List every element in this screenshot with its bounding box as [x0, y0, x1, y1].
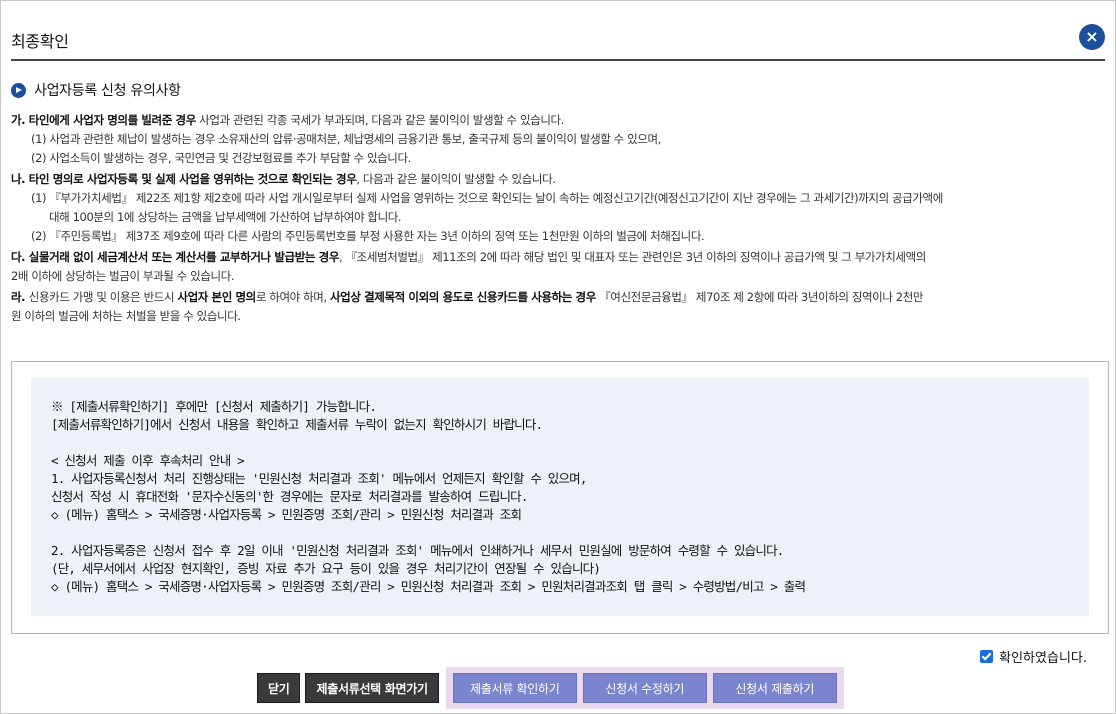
- notice-prefix: 가.: [11, 113, 29, 127]
- notice-bold: 타인 명의로 사업자등록 및 실제 사업을 영위하는 것으로 확인되는 경우: [28, 172, 357, 186]
- notice-subline: 대해 100분의 1에 상당하는 금액을 납부세액에 가산하여 납부하여야 합니…: [49, 210, 402, 224]
- notice-text: 로 하여야 하며,: [255, 290, 330, 304]
- notice-text: 신용카드 가맹 및 이용은 반드시: [28, 290, 178, 304]
- confirm-checkbox[interactable]: [980, 650, 994, 663]
- notice-bold: 타인에게 사업자 명의를 빌려준 경우: [28, 113, 197, 127]
- notice-text: , 다음과 같은 불이익이 발생할 수 있습니다.: [356, 172, 556, 186]
- notice-list: 가. 타인에게 사업자 명의를 빌려준 경우 사업과 관련된 각종 국세가 부과…: [11, 111, 1107, 328]
- action-button-group: 제출서류 확인하기 신청서 수정하기 신청서 제출하기: [445, 667, 844, 709]
- notice-subline: (1) 『부가가치세법』 제22조 제1항 제2호에 따라 사업 개시일로부터 …: [31, 191, 943, 205]
- notice-da: 다. 실물거래 없이 세금계산서 또는 계산서를 교부하거나 발급받는 경우, …: [11, 248, 1107, 286]
- select-docs-button[interactable]: 제출서류선택 화면가기: [305, 673, 439, 703]
- section-header: 사업자등록 신청 유의사항: [11, 81, 181, 99]
- notice-ra: 라. 신용카드 가맹 및 이용은 반드시 사업자 본인 명의로 하여야 하며, …: [11, 288, 1107, 326]
- notice-bold: 사업상 결제목적 이외의 용도로 신용카드를 사용하는 경우: [329, 290, 596, 304]
- notice-na: 나. 타인 명의로 사업자등록 및 실제 사업을 영위하는 것으로 확인되는 경…: [11, 170, 1107, 246]
- info-box: ※ [제출서류확인하기] 후에만 [신청서 제출하기] 가능합니다. [제출서류…: [11, 361, 1109, 634]
- notice-subline: 원 이하의 벌금에 처하는 처벌을 받을 수 있습니다.: [11, 309, 241, 323]
- submit-application-button[interactable]: 신청서 제출하기: [712, 673, 837, 703]
- info-line: 신청서 작성 시 휴대전화 '문자수신동의'한 경우에는 문자로 처리결과를 발…: [51, 489, 528, 504]
- edit-application-button[interactable]: 신청서 수정하기: [582, 673, 707, 703]
- notice-text: 사업과 관련된 각종 국세가 부과되며, 다음과 같은 불이익이 발생할 수 있…: [195, 113, 564, 127]
- notice-subline: (1) 사업과 관련한 체납이 발생하는 경우 소유재산의 압류·공매처분, 체…: [31, 132, 661, 146]
- info-line: (단, 세무서에서 사업장 현지확인, 증빙 자료 추가 요구 등이 있을 경우…: [51, 561, 601, 576]
- close-button[interactable]: 닫기: [257, 673, 301, 703]
- info-line: 2. 사업자등록증은 신청서 접수 후 2일 이내 '민원신청 처리결과 조회'…: [51, 543, 784, 558]
- notice-bold: 실물거래 없이 세금계산서 또는 계산서를 교부하거나 발급받는 경우: [28, 250, 340, 264]
- confirm-row[interactable]: 확인하였습니다.: [980, 647, 1087, 666]
- info-line: < 신청서 제출 이후 후속처리 안내 >: [51, 453, 245, 468]
- info-line: ◇ (메뉴) 홈택스 > 국세증명·사업자등록 > 민원증명 조회/관리 > 민…: [51, 507, 522, 522]
- close-icon[interactable]: ×: [1079, 24, 1105, 50]
- notice-bold: 사업자 본인 명의: [177, 290, 256, 304]
- dialog-title-bar: 최종확인 ×: [11, 17, 1105, 61]
- notice-prefix: 다.: [11, 250, 29, 264]
- arrow-right-icon: [11, 82, 26, 98]
- notice-subline: (2) 『주민등록법』 제37조 제9호에 따라 다른 사람의 주민등록번호를 …: [31, 229, 705, 243]
- notice-subline: (2) 사업소득이 발생하는 경우, 국민연금 및 건강보험료를 추가 부담할 …: [31, 151, 411, 165]
- notice-prefix: 나.: [11, 172, 29, 186]
- check-docs-button[interactable]: 제출서류 확인하기: [452, 673, 577, 703]
- info-line: [제출서류확인하기]에서 신청서 내용을 확인하고 제출서류 누락이 없는지 확…: [51, 417, 543, 432]
- confirm-label[interactable]: 확인하였습니다.: [999, 647, 1087, 666]
- info-panel: ※ [제출서류확인하기] 후에만 [신청서 제출하기] 가능합니다. [제출서류…: [31, 378, 1089, 616]
- notice-subline: 2배 이하에 상당하는 벌금이 부과될 수 있습니다.: [11, 269, 235, 283]
- dialog-title: 최종확인: [11, 32, 69, 51]
- notice-text: , 『조세범처벌법』 제11조의 2에 따라 해당 법인 및 대표자 또는 관련…: [339, 250, 926, 264]
- info-line: 1. 사업자등록신청서 처리 진행상태는 '민원신청 처리결과 조회' 메뉴에서…: [51, 471, 587, 486]
- info-line: ※ [제출서류확인하기] 후에만 [신청서 제출하기] 가능합니다.: [51, 399, 377, 414]
- section-title: 사업자등록 신청 유의사항: [34, 83, 181, 99]
- notice-ga: 가. 타인에게 사업자 명의를 빌려준 경우 사업과 관련된 각종 국세가 부과…: [11, 111, 1107, 168]
- notice-text: 『여신전문금융법』 제70조 제 2항에 따라 3년이하의 징역이나 2천만: [595, 290, 924, 304]
- info-line: ◇ (메뉴) 홈택스 > 국세증명·사업자등록 > 민원증명 조회/관리 > 민…: [51, 579, 806, 594]
- dialog-window: 최종확인 × 사업자등록 신청 유의사항 가. 타인에게 사업자 명의를 빌려준…: [0, 0, 1116, 714]
- button-row: 닫기 제출서류선택 화면가기 제출서류 확인하기 신청서 수정하기 신청서 제출…: [257, 667, 844, 709]
- notice-prefix: 라.: [11, 290, 29, 304]
